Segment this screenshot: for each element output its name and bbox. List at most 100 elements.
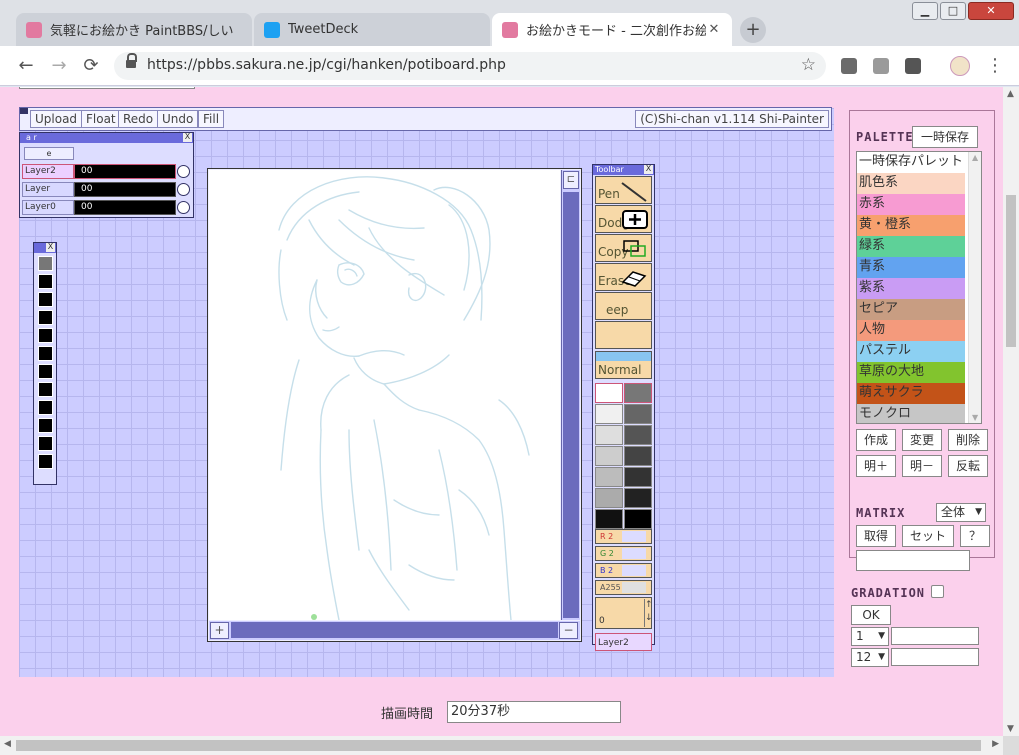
new-tab-button[interactable]: + (740, 17, 766, 43)
minimize-button[interactable]: ▁ (912, 2, 938, 20)
gray-swatch[interactable] (595, 488, 623, 508)
scroll-down-icon[interactable]: ▼ (1007, 724, 1014, 734)
gradation-ok-button[interactable]: OK (851, 605, 891, 625)
brush-size-stepper[interactable]: ↑ ↓ (644, 599, 653, 627)
copy-tool-button[interactable]: Copy (595, 234, 652, 262)
gradation-select-2[interactable]: 12 ▼ (851, 648, 889, 667)
palette-list-item[interactable]: 一時保存パレット (857, 152, 965, 173)
palette-list-item[interactable]: パステル (857, 341, 965, 362)
layer-visibility-toggle[interactable] (177, 201, 190, 214)
close-icon[interactable]: X (46, 243, 55, 252)
gray-swatch[interactable] (595, 467, 623, 487)
tab-tweetdeck[interactable]: TweetDeck (254, 13, 490, 46)
undo-button[interactable]: Undo (157, 110, 199, 128)
green-slider[interactable]: G 2 (595, 546, 652, 561)
page-horizontal-scrollbar[interactable]: ◀ ▶ (0, 736, 1003, 755)
gray-swatch[interactable] (624, 488, 652, 508)
blue-slider[interactable]: B 2 (595, 563, 652, 578)
gradation-color-field-2[interactable] (891, 648, 979, 666)
canvas-horizontal-scrollbar[interactable]: + − (209, 621, 580, 640)
matrix-scope-select[interactable]: 全体 ▼ (936, 503, 986, 522)
palette-list-item[interactable]: セピア (857, 299, 965, 320)
gradation-color-field-1[interactable] (891, 627, 979, 645)
size-down-icon[interactable]: ↓ (645, 613, 653, 623)
palette-list-item[interactable]: 青系 (857, 257, 965, 278)
erase-tool-button[interactable]: Erase (595, 263, 652, 291)
blend-mode-selector[interactable]: Normal (595, 351, 652, 379)
gray-swatch[interactable] (595, 509, 623, 529)
zoom-in-button[interactable]: + (210, 622, 229, 639)
redo-button[interactable]: Redo (118, 110, 159, 128)
tab-paintbbs[interactable]: 気軽にお絵かき PaintBBS/しい (16, 13, 252, 46)
scroll-right-icon[interactable]: ▶ (992, 739, 999, 749)
back-arrow-icon[interactable]: ← (14, 54, 38, 78)
close-icon[interactable]: X (644, 165, 653, 174)
forward-arrow-icon[interactable]: → (47, 54, 71, 78)
matrix-textarea[interactable] (856, 550, 970, 571)
pen-tool-button[interactable]: Pen (595, 176, 652, 204)
page-vertical-scrollbar[interactable]: ▲ ▼ (1003, 87, 1019, 736)
url-text[interactable]: https://pbbs.sakura.ne.jp/cgi/hanken/pot… (147, 57, 506, 73)
gradation-select-1[interactable]: 1 ▼ (851, 627, 889, 646)
swatch-cell[interactable] (38, 454, 53, 469)
gray-swatch[interactable] (595, 446, 623, 466)
palette-invert-button[interactable]: 反転 (948, 455, 988, 477)
palette-list-item[interactable]: 紫系 (857, 278, 965, 299)
fill-button[interactable]: Fill (198, 110, 225, 128)
alpha-slider[interactable]: A255 (595, 580, 652, 595)
extension-icon[interactable] (873, 58, 889, 74)
layer-row[interactable]: Layer0 00 (22, 200, 190, 215)
swatch-cell[interactable] (38, 418, 53, 433)
palette-list-item[interactable]: 萌えサクラ (857, 383, 965, 404)
swatch-cell[interactable] (38, 436, 53, 451)
page-vscroll-thumb[interactable] (1006, 195, 1016, 347)
layer-name[interactable]: Layer (22, 182, 74, 197)
canvas-corner-button[interactable]: ⊏ (563, 171, 579, 189)
gray-swatch[interactable] (624, 467, 652, 487)
swatch-panel-header[interactable]: X (34, 243, 56, 253)
float-button[interactable]: Float (81, 110, 121, 128)
palette-list-item[interactable]: 黄・橙系 (857, 215, 965, 236)
close-icon[interactable]: X (183, 133, 192, 142)
layer-opacity[interactable]: 00 (74, 164, 176, 179)
zoom-out-button[interactable]: − (559, 622, 578, 639)
swatch-cell[interactable] (38, 292, 53, 307)
close-window-button[interactable]: ✕ (968, 2, 1014, 20)
layer-name[interactable]: Layer0 (22, 200, 74, 215)
toolbar-header[interactable]: Toolbar X (593, 165, 654, 175)
avatar[interactable] (950, 56, 970, 76)
canvas-vscroll-thumb[interactable] (563, 192, 579, 618)
palette-change-button[interactable]: 変更 (902, 429, 942, 451)
layer-visibility-toggle[interactable] (177, 183, 190, 196)
reload-icon[interactable]: ⟳ (79, 54, 103, 78)
layer-row[interactable]: Layer2 00 (22, 164, 190, 179)
layer-panel-header[interactable]: a r X (20, 133, 193, 143)
layer-name[interactable]: Layer2 (22, 164, 74, 179)
chrome-menu-icon[interactable]: ⋮ (986, 55, 1004, 76)
palette-darken-button[interactable]: 明－ (902, 455, 942, 477)
layer-opacity[interactable]: 00 (74, 200, 176, 215)
swatch-cell[interactable] (38, 400, 53, 415)
canvas-hscroll-thumb[interactable] (231, 622, 558, 638)
gray-swatch[interactable] (595, 425, 623, 445)
gray-swatch[interactable] (595, 383, 623, 403)
tab-oekaki-mode[interactable]: お絵かきモード - 二次創作お絵 ✕ (492, 13, 732, 46)
layer-panel-button[interactable]: e (24, 147, 74, 160)
scroll-left-icon[interactable]: ◀ (4, 739, 11, 749)
palette-list-item[interactable]: 赤系 (857, 194, 965, 215)
omnibox[interactable]: https://pbbs.sakura.ne.jp/cgi/hanken/pot… (114, 52, 826, 80)
matrix-get-button[interactable]: 取得 (856, 525, 896, 547)
swatch-cell[interactable] (38, 382, 53, 397)
close-tab-icon[interactable]: ✕ (706, 22, 722, 37)
palette-list-item[interactable]: 肌色系 (857, 173, 965, 194)
page-hscroll-thumb[interactable] (16, 740, 981, 751)
palette-brighten-button[interactable]: 明＋ (856, 455, 896, 477)
temp-save-button[interactable]: 一時保存 (912, 126, 978, 148)
brush-size-box[interactable]: 0 ↑ ↓ (595, 597, 653, 629)
palette-list-item[interactable]: 人物 (857, 320, 965, 341)
drawing-canvas[interactable] (209, 170, 560, 620)
palette-delete-button[interactable]: 削除 (948, 429, 988, 451)
gray-swatch[interactable] (624, 509, 652, 529)
swatch-cell[interactable] (38, 274, 53, 289)
layer-row[interactable]: Layer 00 (22, 182, 190, 197)
